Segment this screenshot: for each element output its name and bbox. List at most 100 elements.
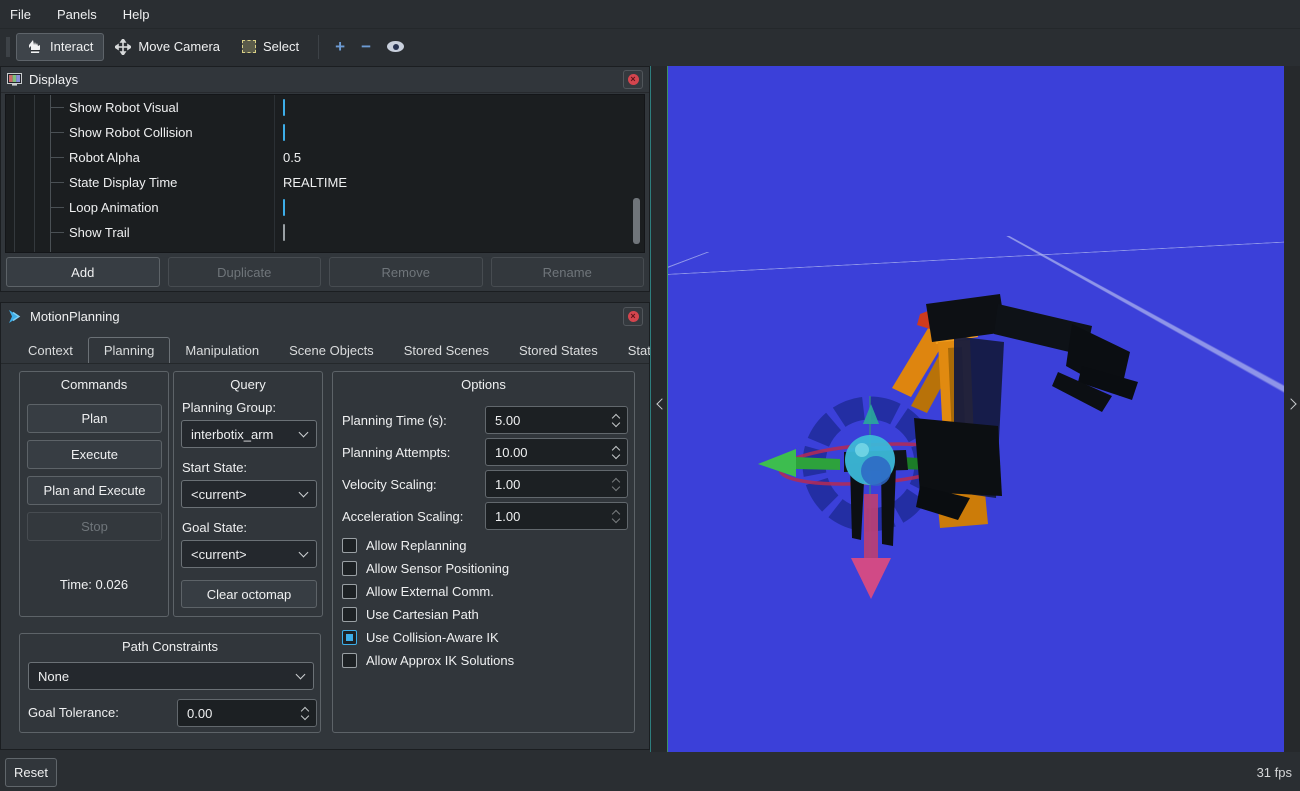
- goal-state-select[interactable]: <current>: [181, 540, 317, 568]
- property-value[interactable]: 1: [283, 250, 290, 253]
- 3d-viewport[interactable]: [668, 66, 1284, 752]
- zoom-in-button[interactable]: +: [327, 37, 353, 57]
- remove-display-button[interactable]: Remove: [329, 257, 483, 287]
- allow-sensor-positioning-checkbox[interactable]: [342, 561, 357, 576]
- start-state-label: Start State:: [182, 460, 247, 475]
- interact-hand-icon: [27, 39, 43, 54]
- plan-and-execute-button[interactable]: Plan and Execute: [27, 476, 162, 505]
- goal-tolerance-value: 0.00: [187, 706, 212, 721]
- start-state-value: <current>: [191, 487, 247, 502]
- reset-button[interactable]: Reset: [5, 758, 57, 787]
- menu-help[interactable]: Help: [123, 7, 164, 22]
- commands-group-title: Commands: [20, 377, 168, 392]
- planning-time-value: 5.00: [495, 413, 520, 428]
- toolbar-grip[interactable]: [6, 37, 10, 57]
- goal-state-label: Goal State:: [182, 520, 247, 535]
- path-constraints-select[interactable]: None: [28, 662, 314, 690]
- use-cartesian-path-checkbox-row[interactable]: Use Cartesian Path: [342, 607, 479, 622]
- x-axis-arrow-left: [758, 449, 840, 477]
- spin-arrows-icon[interactable]: [613, 479, 625, 490]
- menu-file[interactable]: File: [10, 7, 45, 22]
- allow-sensor-positioning-checkbox-row[interactable]: Allow Sensor Positioning: [342, 561, 509, 576]
- property-checkbox[interactable]: [283, 199, 285, 216]
- select-tool-label: Select: [263, 39, 299, 54]
- motion-planning-close-button[interactable]: ×: [623, 307, 643, 326]
- property-row[interactable]: Loop Animation: [6, 195, 644, 220]
- tab-context[interactable]: Context: [13, 339, 88, 363]
- options-group-title: Options: [333, 377, 634, 392]
- tab-scene-objects[interactable]: Scene Objects: [274, 339, 389, 363]
- planning-group-select[interactable]: interbotix_arm: [181, 420, 317, 448]
- chevron-down-icon: [296, 669, 306, 679]
- tree-scrollbar-handle[interactable]: [633, 198, 640, 244]
- add-display-button[interactable]: Add: [6, 257, 160, 287]
- allow-replanning-checkbox-row[interactable]: Allow Replanning: [342, 538, 466, 553]
- spin-arrows-icon[interactable]: [302, 708, 314, 719]
- spin-arrows-icon[interactable]: [613, 415, 625, 426]
- duplicate-display-button[interactable]: Duplicate: [168, 257, 322, 287]
- select-tool-button[interactable]: Select: [231, 33, 310, 61]
- planning-time-spinbox[interactable]: 5.00: [485, 406, 628, 434]
- interact-tool-button[interactable]: Interact: [16, 33, 104, 61]
- property-checkbox[interactable]: [283, 224, 285, 241]
- motion-planning-header[interactable]: MotionPlanning ×: [1, 303, 649, 329]
- start-state-select[interactable]: <current>: [181, 480, 317, 508]
- acceleration-scaling-value: 1.00: [495, 509, 520, 524]
- property-row[interactable]: State Display Time REALTIME: [6, 170, 644, 195]
- goal-tolerance-spinbox[interactable]: 0.00: [177, 699, 317, 727]
- spin-arrows-icon[interactable]: [613, 447, 625, 458]
- use-collision-aware-ik-checkbox[interactable]: [342, 630, 357, 645]
- toolbar-separator: [318, 35, 319, 59]
- chevron-down-icon: [299, 427, 309, 437]
- velocity-scaling-value: 1.00: [495, 477, 520, 492]
- panel-collapse-handle-left[interactable]: [650, 66, 668, 752]
- property-value[interactable]: 0.5: [283, 150, 301, 165]
- interact-tool-label: Interact: [50, 39, 93, 54]
- tab-stored-states[interactable]: Stored States: [504, 339, 613, 363]
- checkbox-label: Allow Approx IK Solutions: [366, 653, 514, 668]
- tab-manipulation[interactable]: Manipulation: [170, 339, 274, 363]
- zoom-out-button[interactable]: −: [353, 37, 379, 57]
- motion-planning-title: MotionPlanning: [30, 309, 616, 324]
- displays-close-button[interactable]: ×: [623, 70, 643, 89]
- tab-stored-scenes[interactable]: Stored Scenes: [389, 339, 504, 363]
- allow-replanning-checkbox[interactable]: [342, 538, 357, 553]
- property-row[interactable]: Trail Step Size 1: [6, 245, 644, 253]
- chevron-down-icon: [299, 547, 309, 557]
- property-row[interactable]: Show Trail: [6, 220, 644, 245]
- planning-attempts-spinbox[interactable]: 10.00: [485, 438, 628, 466]
- planning-attempts-value: 10.00: [495, 445, 528, 460]
- property-checkbox[interactable]: [283, 99, 285, 116]
- displays-panel-title: Displays: [29, 72, 616, 87]
- property-value[interactable]: REALTIME: [283, 175, 347, 190]
- execute-button[interactable]: Execute: [27, 440, 162, 469]
- move-camera-tool-button[interactable]: Move Camera: [104, 33, 231, 61]
- allow-external-comm-checkbox-row[interactable]: Allow External Comm.: [342, 584, 494, 599]
- plan-button[interactable]: Plan: [27, 404, 162, 433]
- allow-approx-ik-solutions-checkbox[interactable]: [342, 653, 357, 668]
- velocity-scaling-spinbox[interactable]: 1.00: [485, 470, 628, 498]
- use-cartesian-path-checkbox[interactable]: [342, 607, 357, 622]
- rename-display-button[interactable]: Rename: [491, 257, 645, 287]
- allow-external-comm-checkbox[interactable]: [342, 584, 357, 599]
- path-constraints-title: Path Constraints: [20, 639, 320, 654]
- chevron-left-icon: [656, 398, 667, 409]
- property-row[interactable]: Show Robot Visual: [6, 95, 644, 120]
- panel-collapse-handle-right[interactable]: [1284, 66, 1300, 752]
- planning-time-label: Planning Time (s):: [342, 413, 447, 428]
- use-collision-aware-ik-checkbox-row[interactable]: Use Collision-Aware IK: [342, 630, 499, 645]
- displays-property-tree[interactable]: Show Robot Visual Show Robot Collision R…: [5, 94, 645, 253]
- spin-arrows-icon[interactable]: [613, 511, 625, 522]
- clear-octomap-button[interactable]: Clear octomap: [181, 580, 317, 608]
- stop-button[interactable]: Stop: [27, 512, 162, 541]
- acceleration-scaling-spinbox[interactable]: 1.00: [485, 502, 628, 530]
- visibility-eye-button[interactable]: [387, 41, 404, 52]
- property-row[interactable]: Show Robot Collision: [6, 120, 644, 145]
- allow-approx-ik-solutions-checkbox-row[interactable]: Allow Approx IK Solutions: [342, 653, 514, 668]
- menu-panels[interactable]: Panels: [57, 7, 111, 22]
- displays-panel-header[interactable]: Displays ×: [1, 67, 649, 93]
- property-checkbox[interactable]: [283, 124, 285, 141]
- property-label: State Display Time: [69, 175, 177, 190]
- tab-planning[interactable]: Planning: [88, 337, 171, 363]
- property-row[interactable]: Robot Alpha 0.5: [6, 145, 644, 170]
